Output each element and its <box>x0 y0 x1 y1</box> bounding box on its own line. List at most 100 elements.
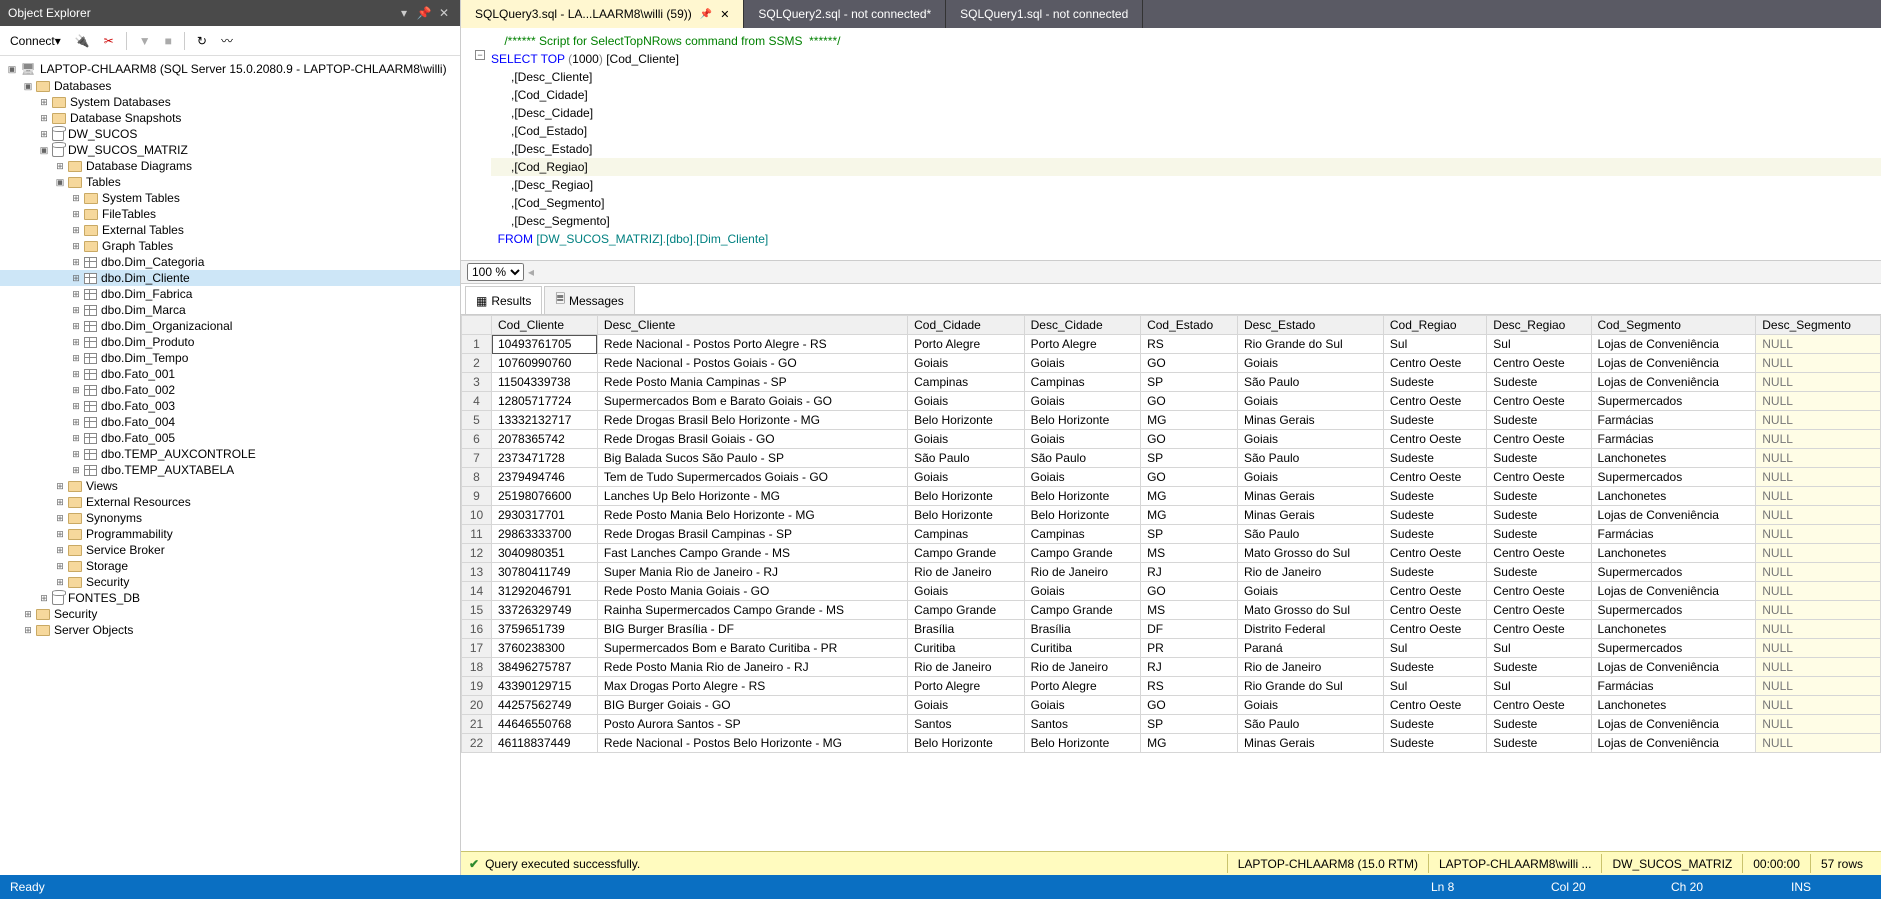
table-row[interactable]: 2144646550768Posto Aurora Santos - SPSan… <box>462 715 1881 734</box>
stop-icon[interactable]: ■ <box>161 32 176 50</box>
row-number[interactable]: 13 <box>462 563 492 582</box>
cell[interactable]: Goiais <box>1024 392 1140 411</box>
cell[interactable]: RS <box>1141 677 1238 696</box>
table-row[interactable]: 173760238300Supermercados Bom e Barato C… <box>462 639 1881 658</box>
cell[interactable]: MG <box>1141 506 1238 525</box>
col-Cod_Segmento[interactable]: Cod_Segmento <box>1591 316 1756 335</box>
cell[interactable]: 3759651739 <box>492 620 598 639</box>
cell[interactable]: Sudeste <box>1383 411 1486 430</box>
cell[interactable]: 44646550768 <box>492 715 598 734</box>
cell[interactable]: Goiais <box>1024 696 1140 715</box>
col-Desc_Estado[interactable]: Desc_Estado <box>1237 316 1383 335</box>
row-number[interactable]: 7 <box>462 449 492 468</box>
db-fontes[interactable]: ⊞FONTES_DB <box>0 590 460 606</box>
cell[interactable]: 44257562749 <box>492 696 598 715</box>
table-row[interactable]: 210760990760Rede Nacional - Postos Goiai… <box>462 354 1881 373</box>
cell[interactable]: Goiais <box>1237 696 1383 715</box>
cell[interactable]: NULL <box>1756 411 1881 430</box>
cell[interactable]: Rede Posto Mania Belo Horizonte - MG <box>597 506 907 525</box>
cell[interactable]: Rio de Janeiro <box>1237 658 1383 677</box>
cell[interactable]: MS <box>1141 544 1238 563</box>
cell[interactable]: Mato Grosso do Sul <box>1237 601 1383 620</box>
cell[interactable]: Lojas de Conveniência <box>1591 715 1756 734</box>
cell[interactable]: Belo Horizonte <box>908 411 1024 430</box>
results-grid-wrap[interactable]: Cod_ClienteDesc_ClienteCod_CidadeDesc_Ci… <box>461 315 1881 851</box>
tab-sqlquery2[interactable]: SQLQuery2.sql - not connected* <box>744 0 946 28</box>
col-Cod_Cidade[interactable]: Cod_Cidade <box>908 316 1024 335</box>
col-Desc_Cidade[interactable]: Desc_Cidade <box>1024 316 1140 335</box>
cell[interactable]: 10493761705 <box>492 335 598 354</box>
cell[interactable]: Centro Oeste <box>1383 468 1486 487</box>
cell[interactable]: 46118837449 <box>492 734 598 753</box>
cell[interactable]: Lanchonetes <box>1591 696 1756 715</box>
row-number[interactable]: 9 <box>462 487 492 506</box>
table-fato-002[interactable]: ⊞dbo.Fato_002 <box>0 382 460 398</box>
cell[interactable]: GO <box>1141 468 1238 487</box>
row-number[interactable]: 22 <box>462 734 492 753</box>
table-dim-organizacional[interactable]: ⊞dbo.Dim_Organizacional <box>0 318 460 334</box>
databases-node[interactable]: ▣Databases <box>0 78 460 94</box>
cell[interactable]: NULL <box>1756 468 1881 487</box>
cell[interactable]: Sudeste <box>1383 734 1486 753</box>
col-Cod_Cliente[interactable]: Cod_Cliente <box>492 316 598 335</box>
cell[interactable]: Lojas de Conveniência <box>1591 658 1756 677</box>
cell[interactable]: Goiais <box>908 696 1024 715</box>
system-tables-node[interactable]: ⊞System Tables <box>0 190 460 206</box>
cell[interactable]: NULL <box>1756 373 1881 392</box>
cell[interactable]: Centro Oeste <box>1383 601 1486 620</box>
cell[interactable]: Lojas de Conveniência <box>1591 335 1756 354</box>
cell[interactable]: MG <box>1141 487 1238 506</box>
fold-icon[interactable]: − <box>475 50 485 60</box>
sql-editor[interactable]: − /****** Script for SelectTopNRows comm… <box>461 28 1881 260</box>
cell[interactable]: Lanchonetes <box>1591 487 1756 506</box>
cell[interactable]: Lanchonetes <box>1591 544 1756 563</box>
row-number[interactable]: 2 <box>462 354 492 373</box>
cell[interactable]: Centro Oeste <box>1487 620 1591 639</box>
cell[interactable]: Curitiba <box>908 639 1024 658</box>
cell[interactable]: Super Mania Rio de Janeiro - RJ <box>597 563 907 582</box>
cell[interactable]: Big Balada Sucos São Paulo - SP <box>597 449 907 468</box>
cell[interactable]: 2930317701 <box>492 506 598 525</box>
messages-tab[interactable]: 🗏Messages <box>544 286 634 314</box>
cell[interactable]: Goiais <box>1237 430 1383 449</box>
cell[interactable]: Campinas <box>908 373 1024 392</box>
cell[interactable]: Centro Oeste <box>1487 582 1591 601</box>
cell[interactable]: Centro Oeste <box>1487 430 1591 449</box>
cell[interactable]: GO <box>1141 392 1238 411</box>
cell[interactable]: Lojas de Conveniência <box>1591 354 1756 373</box>
row-number[interactable]: 8 <box>462 468 492 487</box>
cell[interactable]: São Paulo <box>908 449 1024 468</box>
cell[interactable]: Centro Oeste <box>1383 620 1486 639</box>
cell[interactable]: Belo Horizonte <box>1024 734 1140 753</box>
cell[interactable]: NULL <box>1756 544 1881 563</box>
cell[interactable]: 33726329749 <box>492 601 598 620</box>
cell[interactable]: 10760990760 <box>492 354 598 373</box>
table-row[interactable]: 82379494746Tem de Tudo Supermercados Goi… <box>462 468 1881 487</box>
cell[interactable]: Rede Posto Mania Goiais - GO <box>597 582 907 601</box>
cell[interactable]: Centro Oeste <box>1383 392 1486 411</box>
table-row[interactable]: 123040980351Fast Lanches Campo Grande - … <box>462 544 1881 563</box>
row-number[interactable]: 1 <box>462 335 492 354</box>
cell[interactable]: NULL <box>1756 487 1881 506</box>
storage-node[interactable]: ⊞Storage <box>0 558 460 574</box>
cell[interactable]: Campinas <box>1024 525 1140 544</box>
cell[interactable]: Rio de Janeiro <box>908 658 1024 677</box>
object-tree[interactable]: ▣🖥LAPTOP-CHLAARM8 (SQL Server 15.0.2080.… <box>0 56 460 875</box>
cell[interactable]: Lanchonetes <box>1591 620 1756 639</box>
cell[interactable]: 2373471728 <box>492 449 598 468</box>
cell[interactable]: NULL <box>1756 696 1881 715</box>
row-number[interactable]: 4 <box>462 392 492 411</box>
cell[interactable]: Rio Grande do Sul <box>1237 335 1383 354</box>
close-panel-icon[interactable]: ✕ <box>436 5 452 21</box>
cell[interactable]: Rio de Janeiro <box>908 563 1024 582</box>
cell[interactable]: Goiais <box>1024 354 1140 373</box>
row-number[interactable]: 16 <box>462 620 492 639</box>
disconnect2-icon[interactable]: ✂ <box>100 32 118 50</box>
cell[interactable]: Farmácias <box>1591 411 1756 430</box>
cell[interactable]: Rede Nacional - Postos Belo Horizonte - … <box>597 734 907 753</box>
cell[interactable]: Goiais <box>1237 392 1383 411</box>
cell[interactable]: Belo Horizonte <box>908 734 1024 753</box>
cell[interactable]: Porto Alegre <box>1024 335 1140 354</box>
table-fato-003[interactable]: ⊞dbo.Fato_003 <box>0 398 460 414</box>
cell[interactable]: 3760238300 <box>492 639 598 658</box>
